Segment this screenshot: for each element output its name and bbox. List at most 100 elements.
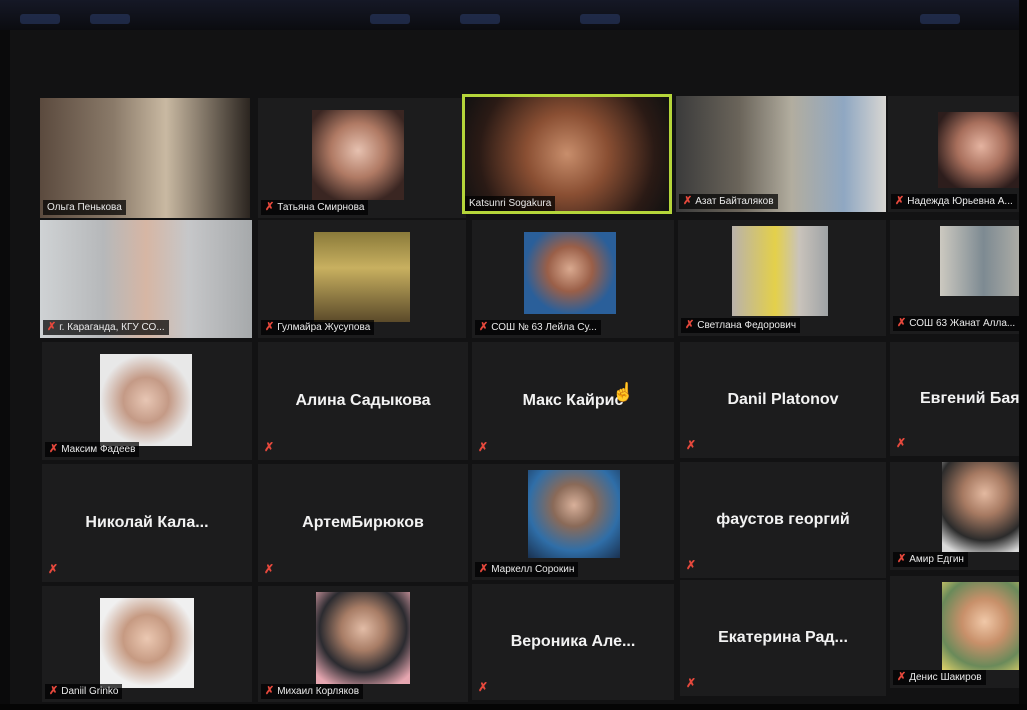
participant-label: ✗ Надежда Юрьевна А...	[891, 194, 1017, 209]
participant-label: ✗ Михаил Корляков	[261, 684, 364, 699]
participant-video	[100, 354, 192, 446]
participant-video	[942, 582, 1027, 670]
participant-video	[940, 226, 1027, 296]
participant-label: Katsunri Sogakura	[465, 196, 556, 211]
participant-tile[interactable]: Вероника Але... ✗	[472, 584, 674, 700]
mic-muted-icon: ✗	[686, 676, 697, 690]
participant-tile[interactable]: Николай Кала... ✗	[42, 464, 252, 582]
participant-tile[interactable]: ✗ Татьяна Смирнова	[258, 98, 466, 218]
mic-muted-icon: ✗	[49, 443, 59, 455]
monitor-edge	[1019, 0, 1027, 710]
participant-video	[465, 97, 669, 211]
mic-muted-icon: ✗	[478, 680, 489, 694]
participant-tile[interactable]: ✗ Daniil Grinko	[42, 586, 252, 702]
participant-name: Katsunri Sogakura	[469, 198, 552, 209]
participant-tile[interactable]: ✗ Гулмайра Жусупова	[258, 220, 466, 338]
mic-muted-icon: ✗	[685, 319, 695, 331]
participant-tile[interactable]: ✗ Светлана Федорович	[678, 220, 886, 336]
bezel-glow	[20, 14, 60, 24]
hand-pointer-icon: ☝	[612, 382, 635, 402]
mic-muted-icon: ✗	[48, 562, 59, 576]
participant-video	[312, 110, 404, 200]
mic-muted-icon: ✗	[47, 321, 57, 333]
participant-label: ✗ Маркелл Сорокин	[475, 562, 579, 577]
monitor-bottom-edge	[0, 704, 1027, 710]
mic-muted-icon: ✗	[265, 321, 275, 333]
mic-muted-icon: ✗	[686, 438, 697, 452]
mic-muted-icon: ✗	[897, 317, 907, 329]
mic-muted-icon: ✗	[265, 201, 275, 213]
participant-label: ✗ Татьяна Смирнова	[261, 200, 369, 215]
mic-muted-icon: ✗	[264, 440, 275, 454]
participant-name: Алина Садыкова	[295, 392, 431, 409]
mic-muted-icon: ✗	[265, 685, 275, 697]
participant-label: ✗ Гулмайра Жусупова	[261, 320, 375, 335]
participant-name: Маркелл Сорокин	[491, 564, 575, 575]
participant-video	[316, 592, 410, 684]
participant-video	[100, 598, 194, 688]
participant-label: ✗ СОШ № 63 Лейла Су...	[475, 320, 601, 335]
participant-tile[interactable]: ✗ г. Караганда, КГУ СО...	[40, 220, 252, 338]
participant-name: Николай Кала...	[85, 514, 209, 531]
participant-name: Михаил Корляков	[277, 686, 360, 697]
mic-muted-icon: ✗	[897, 553, 907, 565]
participant-label: ✗ Максим Фадеев	[45, 442, 140, 457]
participant-label: Ольга Пенькова	[43, 200, 126, 215]
participant-tile[interactable]: ✗ Азат Байталяков	[676, 96, 886, 212]
bezel-glow	[460, 14, 500, 24]
participant-tile[interactable]: ✗ Амир Едгин	[890, 462, 1027, 570]
participant-tile[interactable]: Danil Platonov ✗	[680, 342, 886, 458]
participant-tile[interactable]: ✗ Маркелл Сорокин	[472, 464, 674, 580]
mic-muted-icon: ✗	[895, 195, 905, 207]
participant-name: Евгений Баян	[920, 390, 1027, 407]
participant-tile[interactable]: ✗ СОШ 63 Жанат Алла...	[890, 220, 1027, 334]
participant-tile[interactable]: ✗ СОШ № 63 Лейла Су...	[472, 220, 674, 338]
participant-name: Татьяна Смирнова	[277, 202, 365, 213]
participant-tile[interactable]: Евгений Баян ✗	[890, 342, 1027, 456]
participant-label: ✗ Daniil Grinko	[45, 684, 123, 699]
participant-name: Денис Шакиров	[909, 672, 982, 683]
participant-name: фаустов георгий	[716, 511, 850, 528]
participant-label: ✗ Денис Шакиров	[893, 670, 986, 685]
participant-tile[interactable]: ✗ Денис Шакиров	[890, 576, 1027, 688]
participant-tile[interactable]: Ольга Пенькова	[40, 98, 250, 218]
gallery-view: Ольга Пенькова ✗ Татьяна Смирнова Katsunr…	[10, 30, 1027, 705]
bezel-glow	[920, 14, 960, 24]
participant-tile[interactable]: ✗ Максим Фадеев	[42, 342, 252, 460]
participant-label: ✗ г. Караганда, КГУ СО...	[43, 320, 169, 335]
participant-video	[938, 112, 1024, 188]
mic-muted-icon: ✗	[683, 195, 693, 207]
participant-tile[interactable]: ✗ Надежда Юрьевна А...	[888, 96, 1027, 212]
participant-name: Danil Platonov	[727, 391, 839, 408]
participant-name: Надежда Юрьевна А...	[907, 196, 1013, 207]
participant-tile[interactable]: АртемБирюков ✗	[258, 464, 468, 582]
participant-tile[interactable]: Екатерина Рад... ✗	[680, 580, 886, 696]
mic-muted-icon: ✗	[896, 436, 907, 450]
participant-name: г. Караганда, КГУ СО...	[59, 322, 165, 333]
mic-muted-icon: ✗	[897, 671, 907, 683]
participant-label: ✗ Амир Едгин	[893, 552, 968, 567]
participant-name: Максим Фадеев	[61, 444, 136, 455]
participant-name: СОШ 63 Жанат Алла...	[909, 318, 1016, 329]
participant-tile[interactable]: Алина Садыкова ✗	[258, 342, 468, 460]
participant-tile[interactable]: Макс Кайрис ✗ ☝	[472, 342, 674, 460]
participant-video	[732, 226, 828, 316]
participant-name: Гулмайра Жусупова	[277, 322, 371, 333]
participant-tile[interactable]: ✗ Михаил Корляков	[258, 586, 468, 702]
mic-muted-icon: ✗	[479, 321, 489, 333]
mic-muted-icon: ✗	[478, 440, 489, 454]
participant-name: Амир Едгин	[909, 554, 964, 565]
mic-muted-icon: ✗	[479, 563, 489, 575]
participant-name: Макс Кайрис	[522, 392, 624, 409]
participant-video	[942, 462, 1027, 552]
participant-name: Вероника Але...	[510, 633, 636, 650]
participant-tile[interactable]: фаустов георгий ✗	[680, 462, 886, 578]
bezel-glow	[90, 14, 130, 24]
participant-label: ✗ Светлана Федорович	[681, 318, 801, 333]
bezel-glow	[580, 14, 620, 24]
monitor-bezel	[0, 0, 1027, 30]
participant-name: Ольга Пенькова	[47, 202, 122, 213]
participant-tile-active-speaker[interactable]: Katsunri Sogakura	[462, 94, 672, 214]
participant-avatar	[528, 470, 620, 558]
participant-name: СОШ № 63 Лейла Су...	[491, 322, 597, 333]
